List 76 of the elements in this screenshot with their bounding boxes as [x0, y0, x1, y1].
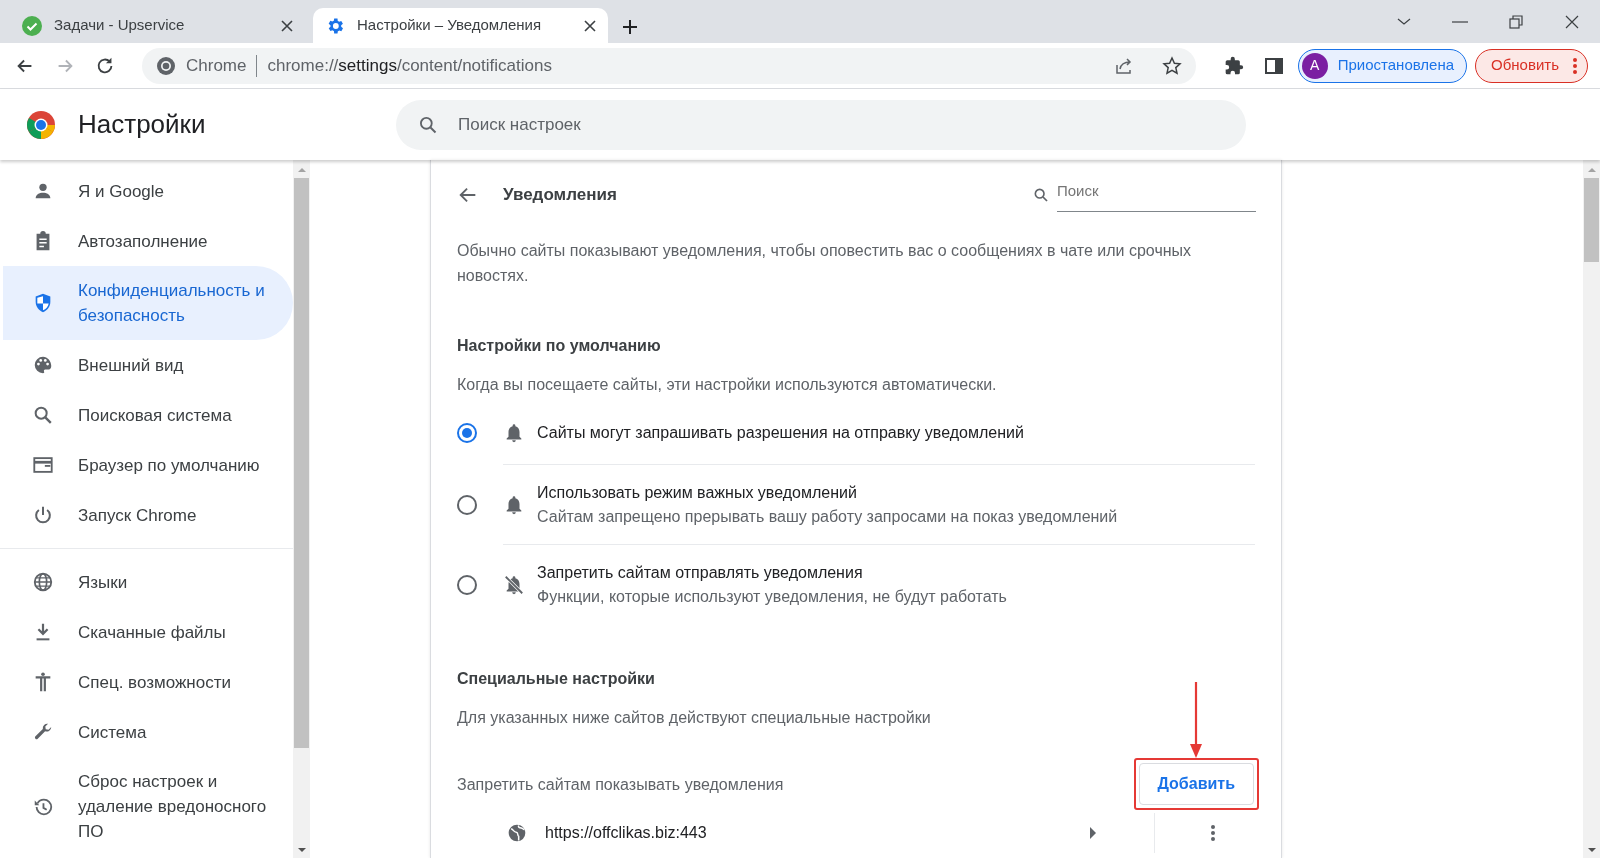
bell-slash-icon: [503, 574, 525, 596]
description-text: Обычно сайты показывают уведомления, чтобы оповестить вас о сообщениях в чате или срочных новостях.: [457, 241, 1193, 286]
sidebar-item[interactable]: Языки: [0, 557, 290, 607]
option-label: Использовать режим важных уведомлений: [537, 482, 858, 503]
site-url: https://offclikas.biz:443: [545, 823, 708, 843]
globe-icon: [507, 823, 527, 843]
description-text: Когда вы посещаете сайты, эти настройки используются автоматически.: [457, 375, 998, 395]
star-icon: [1161, 55, 1182, 76]
section-heading: Настройки по умолчанию: [457, 336, 662, 356]
browser-tab[interactable]: Настройки – Уведомления: [313, 8, 608, 43]
globe-icon: [32, 571, 54, 593]
browser-tab[interactable]: Задачи - Upservice: [10, 8, 305, 43]
page-title: Настройки: [78, 108, 207, 141]
caret-right-icon: [1089, 827, 1097, 839]
restore-icon: [1508, 13, 1524, 30]
radio-button[interactable]: [457, 575, 477, 595]
sidebar-item[interactable]: Внешний вид: [0, 340, 290, 390]
radio-button[interactable]: [457, 495, 477, 515]
search-icon: [32, 404, 54, 426]
close-icon: [281, 19, 293, 32]
chrome-logo-icon: [156, 55, 176, 76]
scroll-down-icon[interactable]: [1587, 848, 1596, 852]
sidebar-item[interactable]: Автозаполнение: [0, 216, 290, 266]
sidebar-item[interactable]: Сброс настроек и удаление вредоносного ПО: [0, 757, 290, 856]
option-description: Сайтам запрещено прерывать вашу работу запросами на показ уведомлений: [537, 506, 1118, 527]
scrollbar[interactable]: [1583, 160, 1600, 858]
profile-button[interactable]: А Приостановлена: [1297, 48, 1468, 83]
search-field[interactable]: Поиск: [1057, 178, 1256, 212]
url-text: chrome://settings/content/notifications: [267, 54, 553, 77]
minimize-icon: [1452, 20, 1468, 23]
scroll-down-icon[interactable]: [297, 848, 306, 852]
section-title: Уведомления: [503, 184, 618, 207]
share-button[interactable]: [1113, 55, 1134, 76]
radio-button[interactable]: [457, 423, 477, 443]
side-panel-button[interactable]: [1263, 55, 1284, 76]
sidebar-item[interactable]: Конфиденциальность и безопасность: [3, 266, 293, 340]
scroll-thumb[interactable]: [1584, 178, 1599, 262]
close-tab-button[interactable]: [281, 19, 293, 32]
address-bar[interactable]: Chrome chrome://settings/content/notifications: [142, 47, 1196, 84]
sidebar-item[interactable]: Поисковая система: [0, 390, 290, 440]
more-vertical-icon: [1573, 57, 1577, 74]
option-description: Функции, которые используют уведомления, не будут работать: [537, 587, 1007, 607]
browser-window-icon: [32, 454, 54, 476]
close-tab-button[interactable]: [584, 19, 596, 32]
site-label: Chrome: [186, 54, 247, 77]
close-icon: [1564, 13, 1580, 30]
add-button[interactable]: Добавить: [1138, 763, 1254, 805]
chrome-logo-icon: [26, 109, 56, 140]
update-button[interactable]: Обновить: [1475, 48, 1588, 83]
bookmark-button[interactable]: [1161, 55, 1182, 76]
plus-icon: [622, 19, 638, 35]
puzzle-icon: [1223, 55, 1244, 76]
option-label: Сайты могут запрашивать разрешения на отправку уведомлений: [537, 422, 1024, 443]
check-circle-icon: [22, 15, 42, 36]
sidebar-item[interactable]: Система: [0, 707, 290, 757]
list-heading: Запретить сайтам показывать уведомления: [457, 774, 784, 795]
new-tab-button[interactable]: [622, 19, 638, 35]
close-icon: [584, 19, 596, 32]
section-heading: Специальные настройки: [457, 669, 656, 689]
sidebar-item[interactable]: Запуск Chrome: [0, 490, 290, 540]
power-icon: [32, 504, 54, 526]
extensions-button[interactable]: [1223, 55, 1244, 76]
more-vertical-icon: [1211, 825, 1215, 841]
sidebar-item[interactable]: Скачанные файлы: [0, 607, 290, 657]
sidebar-item[interactable]: Я и Google: [0, 166, 290, 216]
palette-icon: [32, 354, 54, 376]
side-panel-icon: [1263, 55, 1284, 76]
sidebar-item[interactable]: Браузер по умолчанию: [0, 440, 290, 490]
search-icon: [1033, 187, 1049, 203]
scrollbar[interactable]: [293, 160, 310, 858]
sidebar-item[interactable]: Спец. возможности: [0, 657, 290, 707]
share-icon: [1113, 55, 1134, 76]
scroll-thumb[interactable]: [294, 178, 309, 748]
description-text: Для указанных ниже сайтов действуют специальные настройки: [457, 708, 932, 728]
search-field[interactable]: Поиск настроек: [396, 99, 1246, 150]
option-label: Запретить сайтам отправлять уведомления: [537, 563, 864, 583]
